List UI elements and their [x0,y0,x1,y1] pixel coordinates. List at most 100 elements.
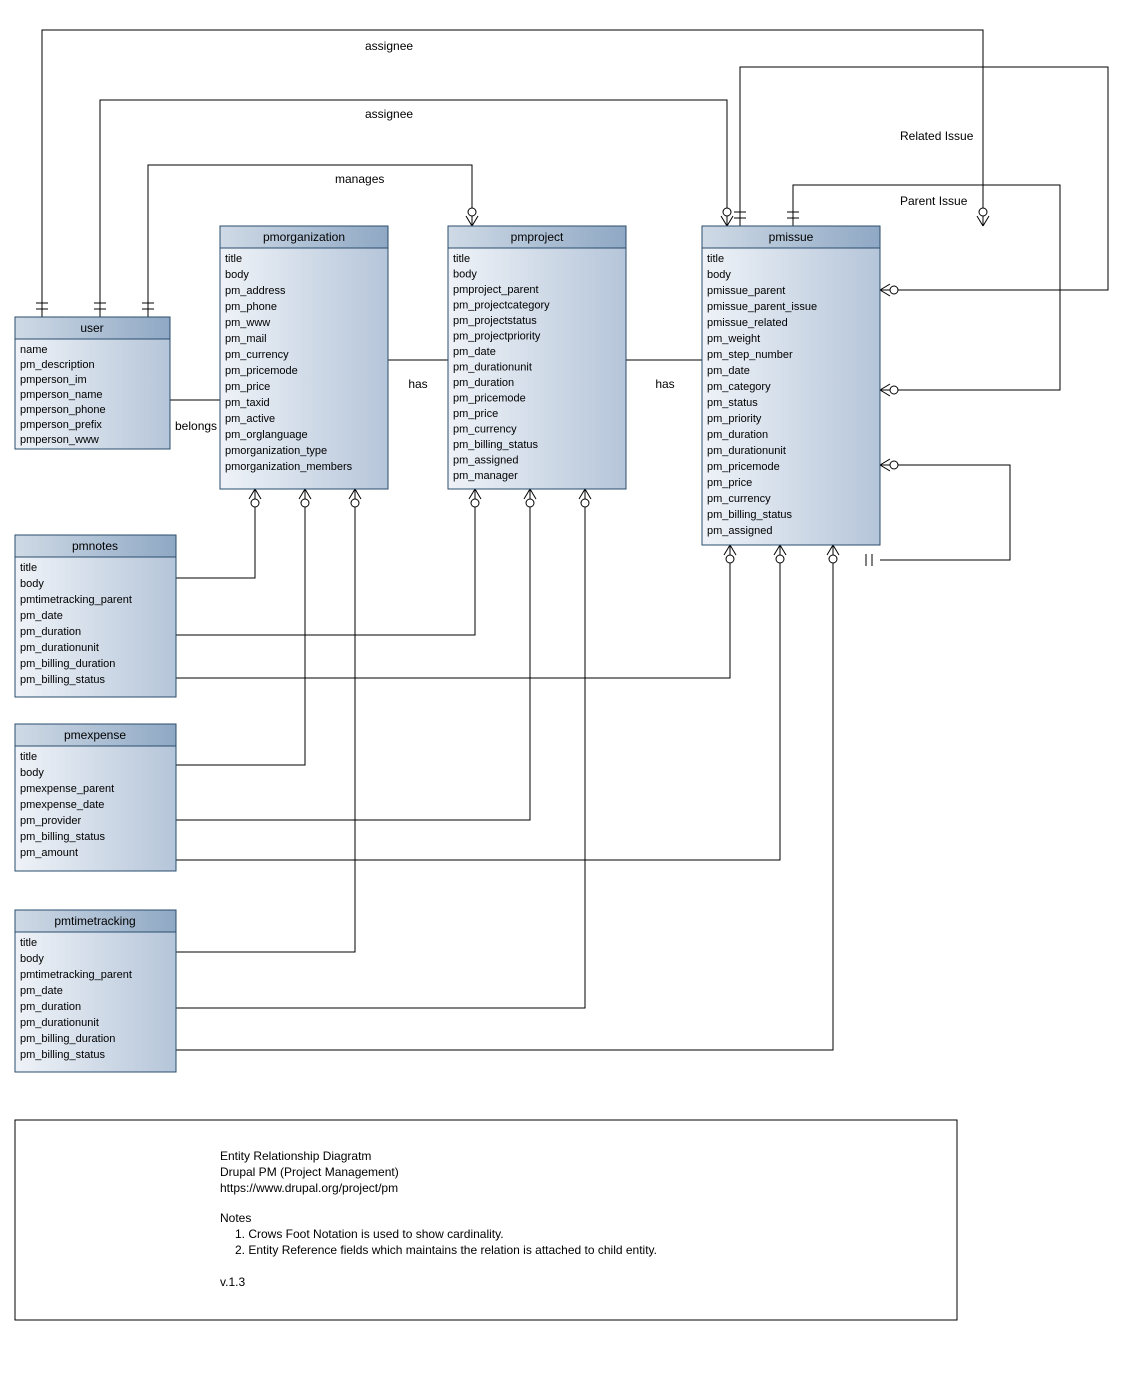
entity-field: pmissue_parent_issue [707,301,817,313]
er-diagram: assignee assignee manages belongs has ha… [0,0,1128,1385]
svg-text:pmproject: pmproject [511,230,564,244]
entity-field: pm_assigned [453,455,518,467]
label-belongs: belongs [175,419,217,433]
entity-field: body [225,269,249,281]
entity-field: pm_billing_status [453,439,538,451]
entity-field: pm_projectstatus [453,315,537,327]
entity-field: pm_date [453,346,496,358]
svg-text:pmexpense: pmexpense [64,728,126,742]
entity-field: pmperson_prefix [20,419,102,431]
entity-pmissue: pmissue title body pmissue_parent pmissue_p… [702,226,880,545]
entity-field: pm_duration [453,377,514,389]
entity-field: pmproject_parent [453,284,539,296]
entity-field: title [20,937,37,949]
entity-field: pm_taxid [225,397,270,409]
entity-field: body [20,767,44,779]
entity-field: pm_category [707,381,771,393]
entity-field: pm_projectcategory [453,300,550,312]
entity-field: pm_pricemode [225,365,298,377]
entity-field: pm_duration [707,429,768,441]
entity-field: pm_weight [707,333,760,345]
label-manages: manages [335,172,384,186]
entity-field: pm_step_number [707,349,793,361]
entity-field: pm_billing_duration [20,1033,115,1045]
entity-field: pm_pricemode [453,393,526,405]
entity-field: pm_durationunit [453,362,532,374]
legend: Entity Relationship Diagratm Drupal PM (… [15,1120,957,1320]
entity-pmexpense: pmexpense titlebodypmexpense_parentpmexp… [15,724,176,871]
entity-field: pm_priority [707,413,762,425]
svg-text:Notes: Notes [220,1211,251,1225]
entity-field: pm_amount [20,847,78,859]
entity-field: pm_date [20,985,63,997]
svg-text:Entity Relationship Diagratm: Entity Relationship Diagratm [220,1149,371,1163]
label-has2: has [655,377,674,391]
entity-field: pmperson_name [20,389,103,401]
entity-field: body [20,953,44,965]
svg-text:pmissue: pmissue [769,230,814,244]
entity-field: pm_projectpriority [453,331,541,343]
entity-field: pmorganization_members [225,461,353,473]
entity-field: pm_durationunit [20,1017,99,1029]
entity-field: pm_assigned [707,525,772,537]
entity-field: title [20,562,37,574]
svg-text:2. Entity Reference fields whi: 2. Entity Reference fields which maintai… [235,1243,657,1257]
entity-user: user namepm_descriptionpmperson_impmpers… [15,317,170,449]
entity-field: pmperson_phone [20,404,106,416]
entity-field: pm_description [20,359,95,371]
entity-field: pm_mail [225,333,267,345]
entity-field: pm_billing_status [707,509,792,521]
entity-pmtimetracking: pmtimetracking title body pmtimetracking_p… [15,910,176,1072]
entity-pmproject: pmproject title body pmproject_parent pm_pr… [448,226,626,489]
entity-field: pm_www [225,317,270,329]
entity-field: pmorganization_type [225,445,327,457]
entity-field: pm_manager [453,470,518,482]
entity-field: pmtimetracking_parent [20,594,132,606]
entity-user-fields: namepm_descriptionpmperson_impmperson_na… [20,344,106,446]
entity-field: pm_date [20,610,63,622]
entity-field: pm_billing_status [20,1049,105,1061]
entity-field: body [453,269,477,281]
label-has1: has [408,377,427,391]
entity-field: pmtimetracking_parent [20,969,132,981]
entity-field: pm_price [707,477,752,489]
entity-field: pm_billing_status [20,831,105,843]
entity-field: pm_currency [453,424,517,436]
entity-field: pm_active [225,413,275,425]
entity-field: pm_status [707,397,758,409]
svg-text:1. Crows Foot Notation is used: 1. Crows Foot Notation is used to show c… [235,1227,504,1241]
label-assignee-mid: assignee [365,107,413,121]
label-parent: Parent Issue [900,194,968,208]
svg-text:pmtimetracking: pmtimetracking [54,914,135,928]
entity-field: pm_pricemode [707,461,780,473]
entity-field: pm_durationunit [707,445,786,457]
entity-field: pm_currency [707,493,771,505]
entity-field: title [20,751,37,763]
entity-field: pm_duration [20,1001,81,1013]
entity-field: pmexpense_parent [20,783,114,795]
svg-text:pmnotes: pmnotes [72,539,118,553]
svg-text:user: user [80,321,103,335]
entity-field: title [225,253,242,265]
svg-text:pmorganization: pmorganization [263,230,345,244]
entity-field: pm_date [707,365,750,377]
entity-field: pm_durationunit [20,642,99,654]
entity-field: pmissue_parent [707,285,785,297]
entity-field: pm_address [225,285,286,297]
svg-text:https://www.drupal.org/project: https://www.drupal.org/project/pm [220,1181,398,1195]
label-related: Related Issue [900,129,974,143]
entity-pmnotes: pmnotes title body pmtimetracking_parentpm… [15,535,176,697]
entity-field: pm_provider [20,815,81,827]
entity-field: body [20,578,44,590]
entity-field: pm_phone [225,301,277,313]
entity-field: pmissue_related [707,317,788,329]
entity-field: body [707,269,731,281]
entity-field: pm_price [225,381,270,393]
entity-pmorganization: pmorganization title body pm_address pm_pho… [220,226,388,489]
entity-field: pm_price [453,408,498,420]
entity-field: title [453,253,470,265]
entity-field: name [20,344,48,356]
svg-text:v.1.3: v.1.3 [220,1275,245,1289]
entity-field: title [707,253,724,265]
entity-field: pm_billing_status [20,674,105,686]
